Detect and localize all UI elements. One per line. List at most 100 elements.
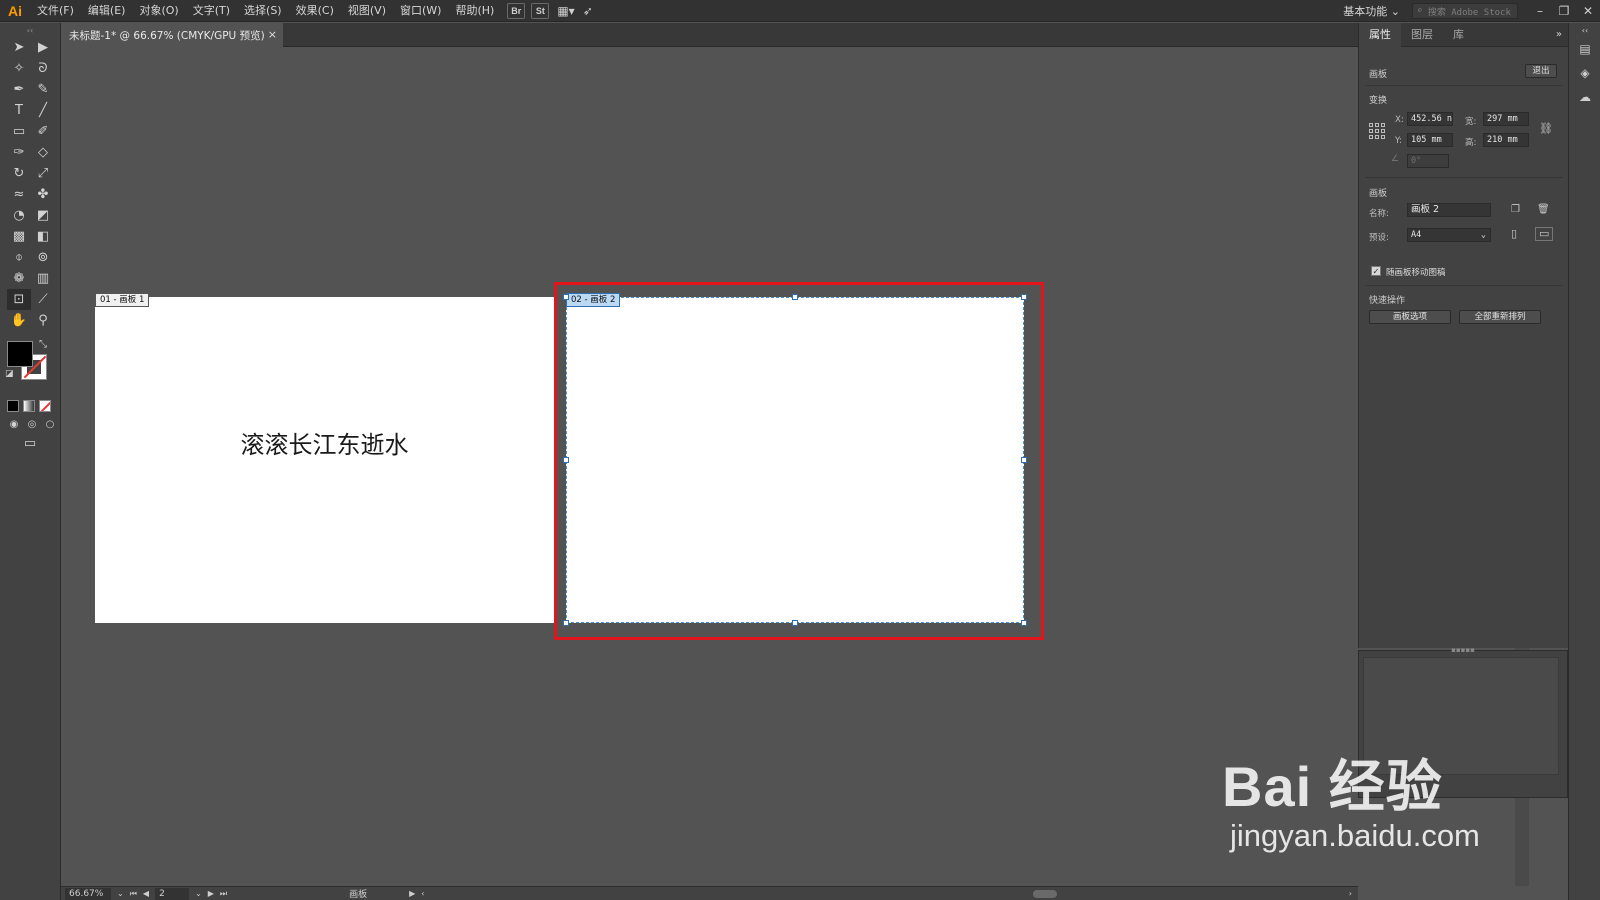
artboard-name-input[interactable]: 画板 2	[1407, 203, 1491, 217]
menu-file[interactable]: 文件(F)	[30, 0, 81, 22]
screen-mode-icon[interactable]: ▭	[18, 433, 42, 454]
artboard-options-button[interactable]: 画板选项	[1369, 310, 1451, 324]
canvas[interactable]: 滚滚长江东逝水 01 - 画板 1 02 - 画板 2	[61, 48, 1358, 886]
none-mode-icon[interactable]	[39, 400, 51, 412]
artboard-tool-icon[interactable]: ⊡	[7, 289, 31, 310]
default-fill-stroke-icon[interactable]: ◪	[5, 369, 14, 379]
width-tool-icon[interactable]: ≈	[7, 184, 31, 205]
rotate-tool-icon[interactable]: ↻	[7, 163, 31, 184]
close-window-button[interactable]: ✕	[1576, 4, 1600, 18]
eraser-tool-icon[interactable]: ◇	[31, 142, 55, 163]
mesh-tool-icon[interactable]: ▩	[7, 226, 31, 247]
hand-tool-icon[interactable]: ✋	[7, 310, 31, 331]
symbol-sprayer-tool-icon[interactable]: ❁	[7, 268, 31, 289]
chevron-down-icon[interactable]: ⌄	[195, 889, 202, 898]
last-artboard-icon[interactable]: ⏭	[220, 889, 227, 899]
perspective-grid-tool-icon[interactable]: ◩	[31, 205, 55, 226]
menu-window[interactable]: 窗口(W)	[393, 0, 448, 22]
exit-button[interactable]: 退出	[1525, 64, 1557, 78]
preset-select[interactable]: A4 ⌄	[1407, 228, 1491, 242]
status-menu-icon[interactable]: ▶	[409, 889, 415, 898]
draw-inside-icon[interactable]: ○	[43, 414, 57, 435]
fill-swatch[interactable]	[7, 341, 33, 367]
zoom-tool-icon[interactable]: ⚲	[31, 310, 55, 331]
paintbrush-tool-icon[interactable]: ✐	[31, 121, 55, 142]
layers-panel-icon[interactable]: ◈	[1569, 61, 1600, 85]
slice-tool-icon[interactable]: ⟋	[31, 289, 55, 310]
arrange-documents-icon[interactable]: ▦▾	[557, 4, 574, 18]
gradient-mode-icon[interactable]	[23, 400, 35, 412]
delete-artboard-icon[interactable]: 🗑	[1537, 204, 1550, 215]
type-tool-icon[interactable]: T	[7, 100, 31, 121]
gradient-tool-icon[interactable]: ◧	[31, 226, 55, 247]
panel-resize-grip[interactable]: ▪▪▪▪▪	[1359, 646, 1567, 654]
rectangle-tool-icon[interactable]: ▭	[7, 121, 31, 142]
line-tool-icon[interactable]: ╱	[31, 100, 55, 121]
horizontal-scrollbar-thumb[interactable]	[1033, 890, 1057, 898]
reference-point-icon[interactable]	[1369, 123, 1385, 139]
pen-tool-icon[interactable]: ✒	[7, 79, 31, 100]
move-artwork-checkbox[interactable]: ✓	[1371, 266, 1381, 276]
shaper-tool-icon[interactable]: ✑	[7, 142, 31, 163]
draw-behind-icon[interactable]: ◎	[25, 414, 39, 435]
x-input[interactable]: 452.56 n	[1407, 112, 1453, 126]
shape-builder-tool-icon[interactable]: ◔	[7, 205, 31, 226]
document-tab[interactable]: 未标题-1* @ 66.67% (CMYK/GPU 预览) ×	[61, 23, 283, 47]
y-input[interactable]: 105 mm	[1407, 133, 1453, 147]
dock-collapse-icon[interactable]: ‹‹	[1569, 23, 1600, 37]
minimize-button[interactable]: –	[1528, 4, 1552, 18]
portrait-icon[interactable]: ▯	[1511, 227, 1517, 240]
close-tab-icon[interactable]: ×	[268, 28, 277, 41]
properties-panel-icon[interactable]: ▤	[1569, 37, 1600, 61]
direct-selection-tool-icon[interactable]: ▶	[31, 37, 55, 58]
tab-libraries[interactable]: 库	[1443, 23, 1474, 47]
angle-input[interactable]: 0°	[1407, 154, 1449, 168]
scroll-left-icon[interactable]: ‹	[421, 889, 424, 898]
color-mode-icon[interactable]	[7, 400, 19, 412]
menu-effect[interactable]: 效果(C)	[289, 0, 341, 22]
cc-libraries-icon[interactable]: ☁	[1569, 85, 1600, 109]
zoom-level-field[interactable]: 66.67%	[65, 887, 111, 900]
menu-type[interactable]: 文字(T)	[186, 0, 237, 22]
magic-wand-tool-icon[interactable]: ✧	[7, 58, 31, 79]
menu-edit[interactable]: 编辑(E)	[81, 0, 133, 22]
gpu-performance-icon[interactable]: ➶	[583, 4, 593, 18]
toolbar-grip[interactable]: ‹‹	[0, 23, 60, 37]
puppet-warp-tool-icon[interactable]: ✤	[31, 184, 55, 205]
previous-artboard-icon[interactable]: ◀	[143, 889, 149, 898]
tab-properties[interactable]: 属性	[1359, 22, 1401, 47]
scale-tool-icon[interactable]: ⤢	[31, 163, 55, 184]
width-input[interactable]: 297 mm	[1483, 112, 1529, 126]
menu-select[interactable]: 选择(S)	[237, 0, 289, 22]
restore-button[interactable]: ❐	[1552, 4, 1576, 18]
rearrange-all-button[interactable]: 全部重新排列	[1459, 310, 1541, 324]
curvature-tool-icon[interactable]: ✎	[31, 79, 55, 100]
workspace-switcher[interactable]: 基本功能 ⌄	[1343, 3, 1400, 19]
next-artboard-icon[interactable]: ▶	[208, 889, 214, 898]
menu-object[interactable]: 对象(O)	[132, 0, 185, 22]
height-input[interactable]: 210 mm	[1483, 133, 1529, 147]
stock-button[interactable]: St	[531, 2, 550, 19]
tab-layers[interactable]: 图层	[1401, 23, 1443, 47]
artboard-1[interactable]: 滚滚长江东逝水	[95, 297, 554, 623]
collapse-panel-icon[interactable]: »	[1556, 29, 1562, 40]
selection-tool-icon[interactable]: ➤	[7, 37, 31, 58]
blend-tool-icon[interactable]: ⊚	[31, 247, 55, 268]
draw-normal-icon[interactable]: ◉	[7, 414, 21, 435]
landscape-icon[interactable]: ▭	[1535, 227, 1554, 241]
chevron-down-icon[interactable]: ⌄	[117, 889, 124, 898]
lasso-tool-icon[interactable]: ᘐ	[31, 58, 55, 79]
eyedropper-tool-icon[interactable]: ⌽	[7, 247, 31, 268]
artboard-number-field[interactable]: 2	[155, 887, 190, 900]
artboard-1-label[interactable]: 01 - 画板 1	[95, 293, 150, 307]
new-artboard-icon[interactable]: ❐	[1511, 204, 1520, 215]
scroll-right-icon[interactable]: ›	[1349, 889, 1352, 898]
stock-search-input[interactable]: ⌕ 搜索 Adobe Stock	[1412, 3, 1518, 19]
menu-help[interactable]: 帮助(H)	[448, 0, 501, 22]
menu-view[interactable]: 视图(V)	[341, 0, 393, 22]
swap-fill-stroke-icon[interactable]: ⤡	[39, 339, 47, 350]
column-graph-tool-icon[interactable]: ▥	[31, 268, 55, 289]
first-artboard-icon[interactable]: ⏮	[130, 889, 137, 899]
artboard-text[interactable]: 滚滚长江东逝水	[95, 425, 554, 460]
constrain-proportions-icon[interactable]: ⛓	[1539, 122, 1553, 135]
